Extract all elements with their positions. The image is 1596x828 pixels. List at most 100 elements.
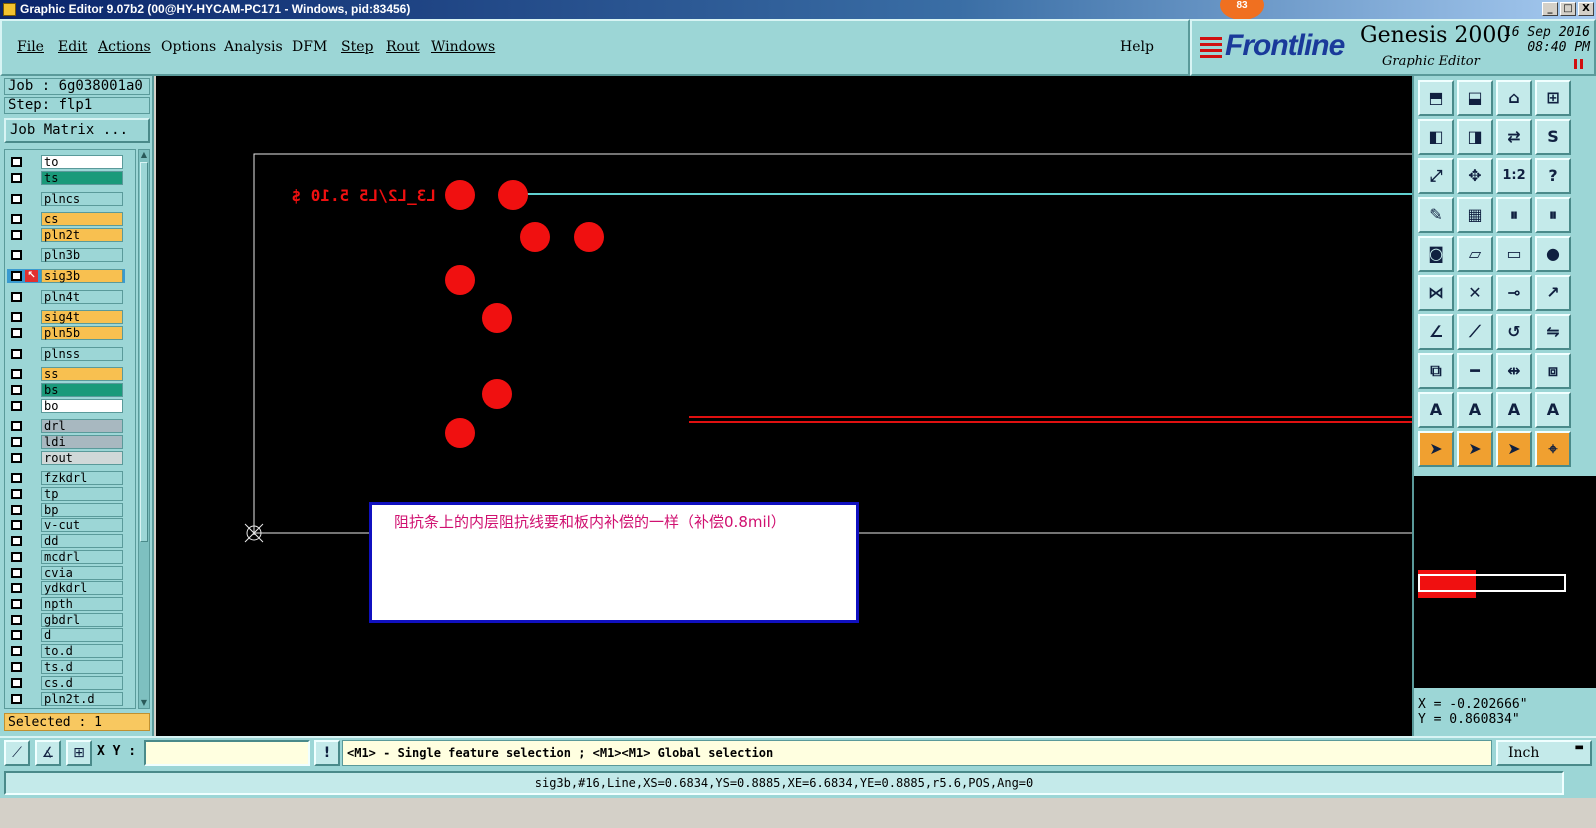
layer-name[interactable]: v-cut (41, 518, 123, 532)
menu-rout[interactable]: Rout (386, 39, 420, 55)
layer-row[interactable]: plncs (7, 192, 125, 206)
layer-checkbox[interactable] (11, 583, 22, 593)
layer-row[interactable]: ydkdrl (7, 581, 125, 595)
layer-checkbox[interactable] (11, 678, 22, 688)
layer-row[interactable]: bp (7, 503, 125, 517)
layer-row[interactable]: bo (7, 399, 125, 413)
grid-button[interactable]: ▦ (1457, 197, 1493, 233)
layer-name[interactable]: ydkdrl (41, 581, 123, 595)
layer-row[interactable]: pln2t (7, 228, 125, 242)
menu-dfm[interactable]: DFM (292, 39, 327, 55)
layer-checkbox[interactable] (11, 385, 22, 395)
text-a-3-button[interactable]: A (1496, 392, 1532, 428)
layer-checkbox[interactable] (11, 630, 22, 640)
pause-icon[interactable] (1574, 59, 1584, 69)
layer-checkbox[interactable] (11, 349, 22, 359)
layer-name[interactable]: sig4t (41, 310, 123, 324)
circle-button[interactable]: ● (1535, 236, 1571, 272)
layer-row[interactable]: gbdrl (7, 613, 125, 627)
layer-scrollbar[interactable]: ▲ ▼ (138, 149, 150, 709)
graphic-canvas[interactable]: L3_L2/L5 5.10 $ 阻抗条上的内层阻抗线要和板内补偿的一样（补偿0.… (156, 76, 1412, 736)
layer-name[interactable]: drl (41, 419, 123, 433)
ruler-button[interactable]: ▭ (1496, 236, 1532, 272)
layer-name[interactable]: pln4t (41, 290, 123, 304)
layer-row[interactable]: rout (7, 451, 125, 465)
layer-name[interactable]: to (41, 155, 123, 169)
layer-checkbox[interactable] (11, 421, 22, 431)
arc-button[interactable]: ↺ (1496, 314, 1532, 350)
layer-name[interactable]: gbdrl (41, 613, 123, 627)
layer-name[interactable]: ldi (41, 435, 123, 449)
layer-row[interactable]: d (7, 628, 125, 642)
layer-checkbox[interactable] (11, 157, 22, 167)
layer-checkbox[interactable] (11, 437, 22, 447)
layer-toggle-button[interactable]: ⏸ (1496, 197, 1532, 233)
mirror-button[interactable]: ⇋ (1535, 314, 1571, 350)
line-angle-button[interactable]: ∠ (1418, 314, 1454, 350)
layer-row[interactable]: cs (7, 212, 125, 226)
layer-name[interactable]: pln5b (41, 326, 123, 340)
layer-name[interactable]: fzkdrl (41, 471, 123, 485)
layer-checkbox[interactable] (11, 694, 22, 704)
angle-mode-icon[interactable]: ∡ (35, 740, 61, 766)
connect-button[interactable]: ⋈ (1418, 275, 1454, 311)
layer-row[interactable]: bs (7, 383, 125, 397)
layer-checkbox[interactable] (11, 662, 22, 672)
layer-row[interactable]: ldi (7, 435, 125, 449)
layer-row[interactable]: to.d (7, 644, 125, 658)
layer-row[interactable]: ↖ sig3b (7, 269, 125, 283)
menu-options[interactable]: Options (161, 39, 216, 55)
layer-row[interactable]: dd (7, 534, 125, 548)
scroll-down-icon[interactable]: ▼ (139, 698, 149, 708)
layer-name[interactable]: rout (41, 451, 123, 465)
text-a-4-button[interactable]: A (1535, 392, 1571, 428)
layer-name[interactable]: ts.d (41, 660, 123, 674)
home-button[interactable]: ⌂ (1496, 80, 1532, 116)
layer-name[interactable]: d (41, 628, 123, 642)
route-select-button[interactable]: ⌖ (1535, 431, 1571, 467)
pan-left-button[interactable]: ◧ (1418, 119, 1454, 155)
layer-checkbox[interactable] (11, 328, 22, 338)
grid-snap-icon[interactable]: ⊞ (66, 740, 92, 766)
layer-row[interactable]: tp (7, 487, 125, 501)
minimize-button[interactable]: _ (1542, 2, 1558, 16)
copy-node-button[interactable]: ⧉ (1418, 353, 1454, 389)
layer-checkbox[interactable] (11, 520, 22, 530)
layer-row[interactable]: pln4t (7, 290, 125, 304)
menu-analysis[interactable]: Analysis (224, 39, 283, 55)
layer-row[interactable]: sig4t (7, 310, 125, 324)
grid-window-button[interactable]: ⊞ (1535, 80, 1571, 116)
snap-button[interactable]: S (1535, 119, 1571, 155)
layer-checkbox[interactable] (11, 214, 22, 224)
job-matrix-button[interactable]: Job Matrix ... (4, 118, 150, 143)
layer-name[interactable]: to.d (41, 644, 123, 658)
layer-checkbox[interactable] (11, 401, 22, 411)
layer-row[interactable]: mcdrl (7, 550, 125, 564)
menu-actions[interactable]: Actions (98, 39, 151, 55)
layer-row[interactable]: to (7, 155, 125, 169)
add-pad-button[interactable]: ◙ (1418, 236, 1454, 272)
layer-row[interactable]: cvia (7, 566, 125, 580)
notification-badge[interactable]: 83 (1220, 0, 1264, 20)
layer-checkbox[interactable] (11, 489, 22, 499)
layer-row[interactable]: cs.d (7, 676, 125, 690)
layer-checkbox[interactable] (11, 230, 22, 240)
close-button[interactable]: X (1578, 2, 1594, 16)
unit-select[interactable]: Inch ▬ (1496, 740, 1592, 766)
pan-up-button[interactable]: ⬒ (1418, 80, 1454, 116)
layer-name[interactable]: pln3b (41, 248, 123, 262)
layer-name[interactable]: bs (41, 383, 123, 397)
dimension-button[interactable]: ⇹ (1496, 353, 1532, 389)
scroll-thumb[interactable] (140, 162, 148, 542)
layer-checkbox[interactable] (11, 536, 22, 546)
delete-button[interactable]: ✕ (1457, 275, 1493, 311)
layer-toggle-2-button[interactable]: ⏸ (1535, 197, 1571, 233)
menu-help[interactable]: Help (1120, 39, 1154, 55)
layer-name[interactable]: mcdrl (41, 550, 123, 564)
layer-row[interactable]: pln2t.d (7, 692, 125, 706)
layer-checkbox[interactable] (11, 615, 22, 625)
layer-checkbox[interactable] (11, 552, 22, 562)
layer-checkbox[interactable] (11, 194, 22, 204)
layer-row[interactable]: pln5b (7, 326, 125, 340)
layer-checkbox[interactable] (11, 271, 22, 281)
